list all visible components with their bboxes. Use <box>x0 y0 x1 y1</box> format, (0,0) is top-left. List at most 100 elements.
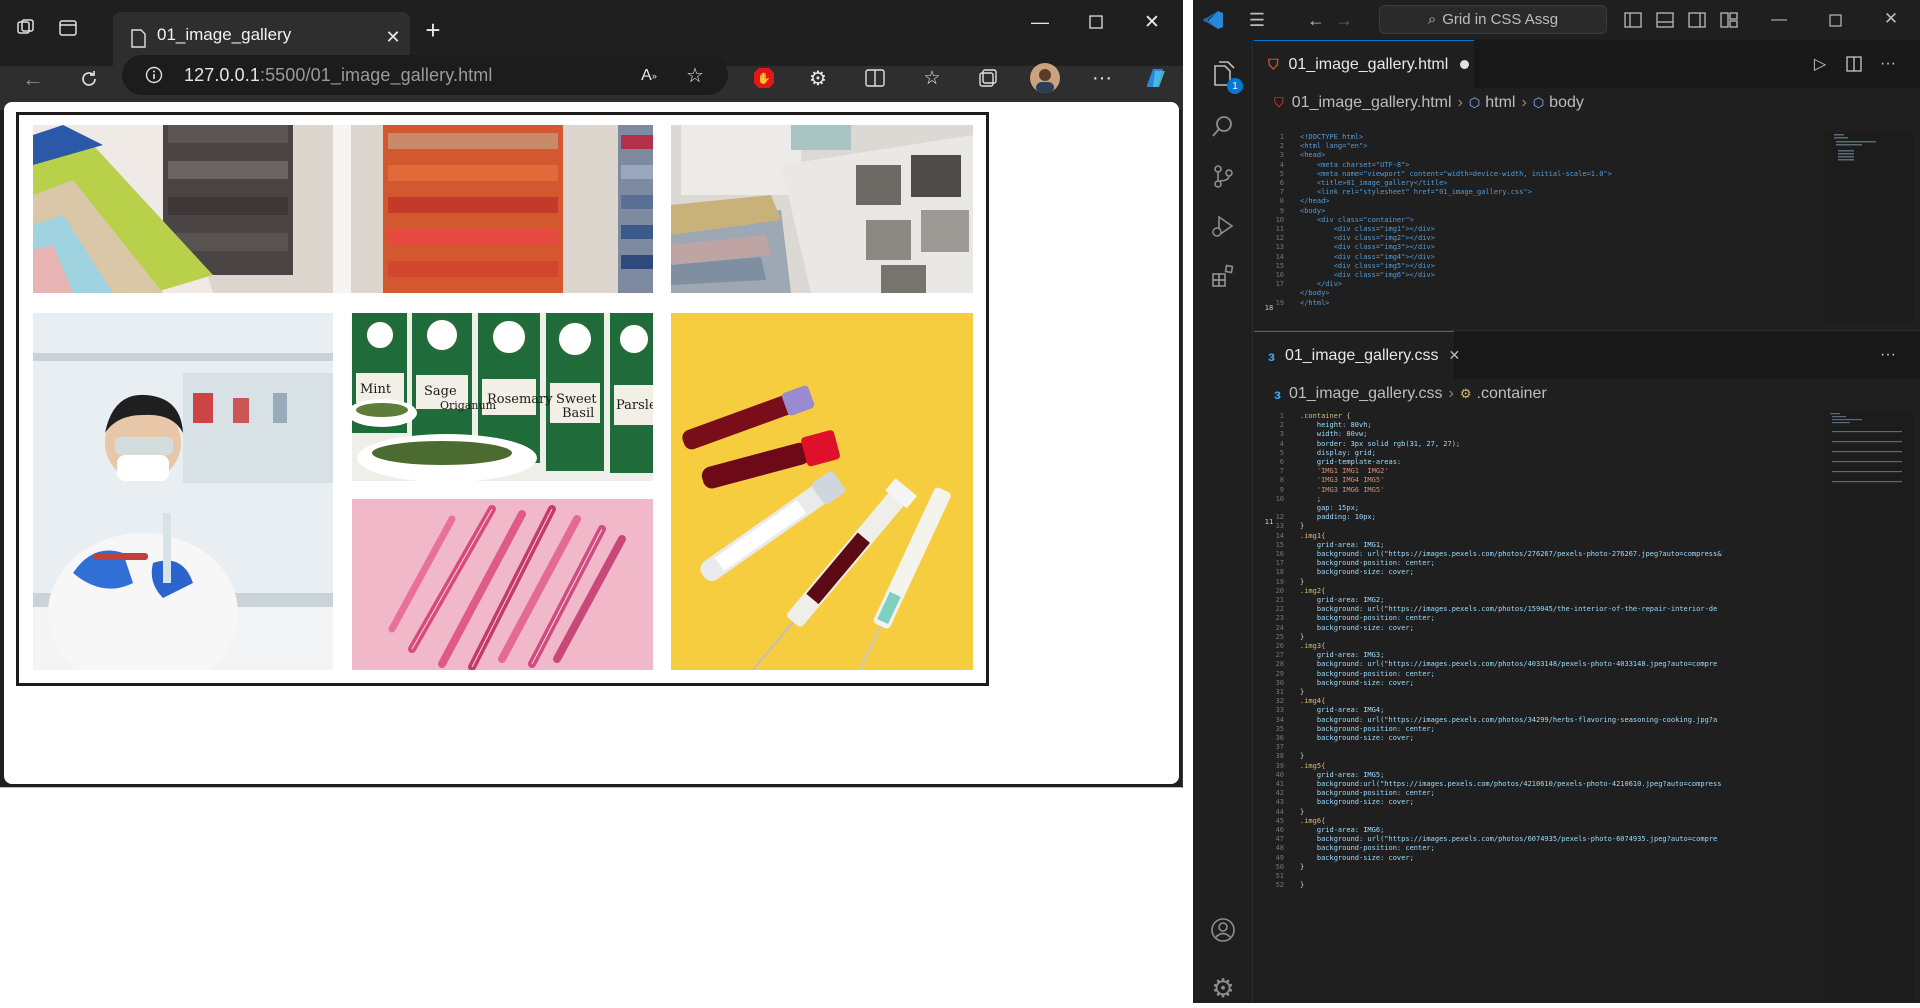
html-code-line[interactable]: 2 <html lang="en"> <box>1254 141 1810 150</box>
css-code-line[interactable]: 43 background-size: cover; <box>1254 797 1810 806</box>
css-code-area[interactable]: 1 .container {2 height: 80vh; 3 width: 80v… <box>1254 411 1810 1001</box>
css-code-line[interactable]: 23 background-position: center; <box>1254 613 1810 622</box>
css-code-line[interactable]: 52} <box>1254 880 1810 889</box>
search-view-icon[interactable] <box>1203 106 1243 146</box>
css-code-line[interactable]: 50} <box>1254 862 1810 871</box>
css-code-line[interactable]: 41 background:url("https://images.pexels… <box>1254 779 1810 788</box>
close-tab-icon[interactable]: ✕ <box>383 27 403 47</box>
unsaved-dot-icon[interactable] <box>1460 60 1470 69</box>
css-code-line[interactable]: 21 grid-area: IMG2; <box>1254 595 1810 604</box>
html-code-line[interactable]: 5 <meta name="viewport" content="width=d… <box>1254 169 1810 178</box>
html-code-line[interactable]: 3 <head> <box>1254 150 1810 159</box>
css-code-line[interactable]: 30 background-size: cover; <box>1254 678 1810 687</box>
css-code-line[interactable]: 15 grid-area: IMG1; <box>1254 540 1810 549</box>
address-bar[interactable]: 127.0.0.1:5500/01_image_gallery.html A» … <box>122 55 728 95</box>
run-file-icon[interactable]: ▷ <box>1810 54 1830 74</box>
html-code-line[interactable]: 19 </html> <box>1254 298 1810 307</box>
css-code-line[interactable]: 51 <box>1254 871 1810 880</box>
css-code-line[interactable]: 3 width: 80vw; <box>1254 429 1810 438</box>
favorites-icon[interactable]: ☆ <box>920 66 944 90</box>
refresh-icon[interactable] <box>76 66 102 92</box>
css-code-line[interactable]: 11 gap: 15px; <box>1254 503 1810 526</box>
css-code-line[interactable]: 34 background: url("https://images.pexel… <box>1254 715 1810 724</box>
css-code-line[interactable]: 9 'IMG3 IMG6 IMG5' <box>1254 485 1810 494</box>
extension-adblock-icon[interactable]: ✋ <box>752 66 776 90</box>
crumb-body[interactable]: body <box>1549 94 1584 112</box>
css-code-line[interactable]: 49 background-size: cover; <box>1254 853 1810 862</box>
html-code-line[interactable]: 14 <div class="img4"></div> <box>1254 252 1810 261</box>
css-minimap[interactable] <box>1824 411 1914 1001</box>
vscode-close-icon[interactable]: ✕ <box>1881 9 1901 29</box>
accounts-icon[interactable] <box>1203 910 1243 950</box>
html-code-line[interactable]: 15 <div class="img5"></div> <box>1254 261 1810 270</box>
crumb-file[interactable]: 01_image_gallery.html <box>1292 94 1452 112</box>
css-code-line[interactable]: 5 display: grid; <box>1254 448 1810 457</box>
html-code-line[interactable]: 18 </body> <box>1254 288 1810 311</box>
css-code-line[interactable]: 1 .container { <box>1254 411 1810 420</box>
css-code-line[interactable]: 13} <box>1254 521 1810 530</box>
vscode-minimize-icon[interactable]: — <box>1769 10 1789 30</box>
back-icon[interactable]: ← <box>20 66 46 92</box>
html-code-area[interactable]: 1 <!DOCTYPE html> 2 <html lang="en"> 3 <head>… <box>1254 132 1810 346</box>
tab-actions-icon[interactable] <box>56 16 80 40</box>
css-code-line[interactable]: 2 height: 80vh; <box>1254 420 1810 429</box>
css-code-line[interactable]: 37 <box>1254 742 1810 751</box>
css-code-line[interactable]: 19} <box>1254 577 1810 586</box>
css-code-line[interactable]: 42 background-position: center; <box>1254 788 1810 797</box>
close-css-tab-icon[interactable]: ✕ <box>1449 347 1461 364</box>
collections-icon[interactable] <box>976 66 1000 90</box>
new-tab-icon[interactable]: + <box>423 15 443 45</box>
css-file-tab[interactable]: ɜ 01_image_gallery.css ✕ <box>1254 331 1460 379</box>
html-code-line[interactable]: 16 <div class="img6"></div> <box>1254 270 1810 279</box>
css-code-line[interactable]: 33 grid-area: IMG4; <box>1254 705 1810 714</box>
toggle-secondary-sidebar-icon[interactable] <box>1687 10 1707 30</box>
source-control-icon[interactable] <box>1203 156 1243 196</box>
css-code-line[interactable]: 38} <box>1254 751 1810 760</box>
css-code-line[interactable]: 18 background-size: cover; <box>1254 567 1810 576</box>
css-code-line[interactable]: 36 background-size: cover; <box>1254 733 1810 742</box>
toggle-sidebar-icon[interactable] <box>1623 10 1643 30</box>
css-code-line[interactable]: 28 background: url("https://images.pexel… <box>1254 659 1810 668</box>
html-code-line[interactable]: 6 <title>01_image_gallery</title> <box>1254 178 1810 187</box>
css-code-line[interactable]: 8 'IMG3 IMG4 IMG5' <box>1254 475 1810 484</box>
css-code-line[interactable]: 10 ; <box>1254 494 1810 503</box>
nav-back-icon[interactable]: ← <box>1305 9 1327 31</box>
html-minimap[interactable] <box>1824 132 1914 322</box>
css-code-line[interactable]: 7 'IMG1 IMG1 IMG2' <box>1254 466 1810 475</box>
extensions-icon[interactable]: ⚙ <box>806 66 830 90</box>
html-code-line[interactable]: 10 <div class="container"> <box>1254 215 1810 224</box>
html-code-line[interactable]: 4 <meta charset="UTF-8"> <box>1254 160 1810 169</box>
css-code-line[interactable]: 48 background-position: center; <box>1254 843 1810 852</box>
css-code-line[interactable]: 26 .img3{ <box>1254 641 1810 650</box>
css-code-line[interactable]: 47 background: url("https://images.pexel… <box>1254 834 1810 843</box>
html-code-line[interactable]: 13 <div class="img3"></div> <box>1254 242 1810 251</box>
split-editor-icon[interactable] <box>1844 54 1864 74</box>
crumb-css-file[interactable]: 01_image_gallery.css <box>1289 385 1443 403</box>
split-screen-icon[interactable] <box>863 66 887 90</box>
css-code-line[interactable]: 20 .img2{ <box>1254 586 1810 595</box>
css-editor-more-icon[interactable]: ··· <box>1878 345 1898 365</box>
css-code-line[interactable]: 29 background-position: center; <box>1254 669 1810 678</box>
css-code-line[interactable]: 22 background: url("https://images.pexel… <box>1254 604 1810 613</box>
minimize-icon[interactable]: — <box>1030 12 1050 32</box>
css-code-line[interactable]: 31} <box>1254 687 1810 696</box>
site-info-icon[interactable] <box>144 65 164 85</box>
css-code-line[interactable]: 45 .img6{ <box>1254 816 1810 825</box>
run-debug-icon[interactable] <box>1203 206 1243 246</box>
nav-forward-icon[interactable]: → <box>1333 9 1355 31</box>
close-window-icon[interactable]: ✕ <box>1142 12 1162 33</box>
extensions-view-icon[interactable] <box>1203 256 1243 296</box>
manage-gear-icon[interactable]: ⚙ <box>1203 968 1243 1008</box>
read-aloud-icon[interactable]: A» <box>638 65 660 87</box>
html-code-line[interactable]: 9 <body> <box>1254 206 1810 215</box>
html-file-tab[interactable]: ⛉ 01_image_gallery.html <box>1254 40 1474 88</box>
customize-layout-icon[interactable] <box>1719 10 1739 30</box>
more-options-icon[interactable]: ··· <box>1090 66 1114 90</box>
profile-avatar[interactable] <box>1030 63 1060 93</box>
html-code-line[interactable]: 1 <!DOCTYPE html> <box>1254 132 1810 141</box>
css-code-line[interactable]: 12 padding: 10px; <box>1254 512 1810 521</box>
css-code-line[interactable]: 16 background: url("https://images.pexel… <box>1254 549 1810 558</box>
html-code-line[interactable]: 12 <div class="img2"></div> <box>1254 233 1810 242</box>
css-code-line[interactable]: 4 border: 3px solid rgb(31, 27, 27); <box>1254 439 1810 448</box>
crumb-html[interactable]: html <box>1485 94 1515 112</box>
